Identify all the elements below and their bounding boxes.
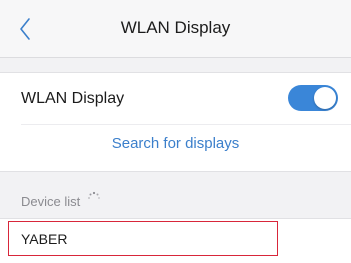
device-list-title: Device list: [21, 194, 81, 209]
wlan-display-label: WLAN Display: [21, 90, 125, 107]
page-title: WLAN Display: [120, 18, 231, 37]
device-item-yaber[interactable]: YABER: [8, 221, 278, 256]
section-spacer: [0, 58, 351, 72]
wlan-display-toggle[interactable]: [288, 85, 338, 111]
device-name: YABER: [21, 231, 68, 247]
row-divider: [21, 124, 351, 125]
nav-bar: WLAN Display: [0, 0, 351, 58]
device-list-header: Device list: [21, 191, 101, 209]
wlan-settings-card: WLAN Display Search for displays: [0, 72, 351, 172]
toggle-knob: [314, 87, 336, 109]
spinner-icon: [88, 191, 101, 199]
search-for-displays-button[interactable]: Search for displays: [0, 135, 351, 152]
device-list: YABER: [0, 218, 351, 263]
